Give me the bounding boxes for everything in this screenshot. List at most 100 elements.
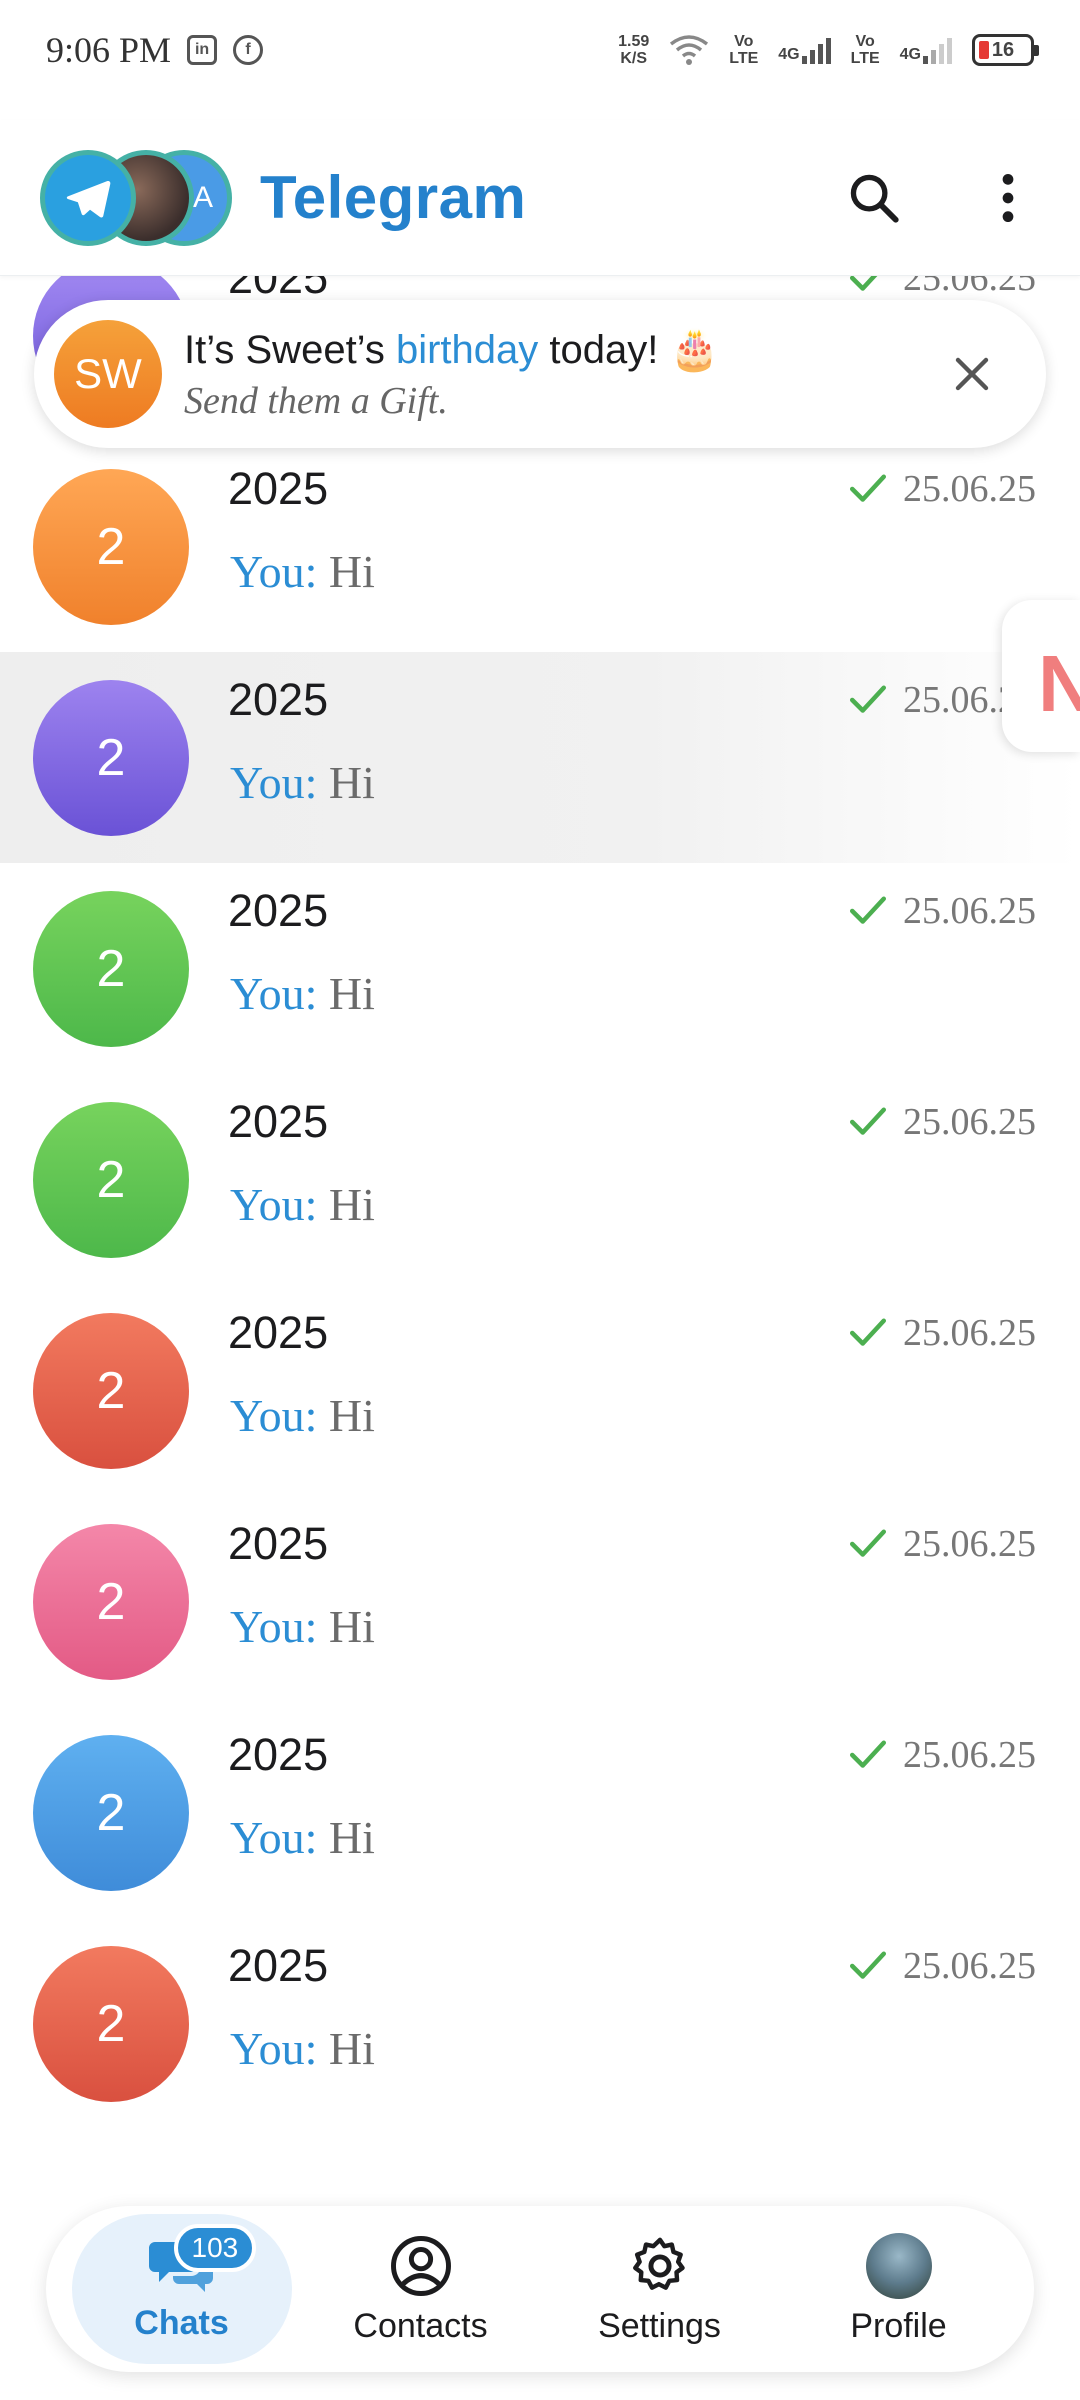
chat-preview: You: Hi <box>230 545 375 598</box>
chat-date: 25.06.25 <box>847 467 1036 511</box>
chat-message: Hi <box>328 1390 375 1441</box>
sim1-signal: 4G <box>778 36 831 64</box>
chat-date-text: 25.06.25 <box>903 1734 1036 1776</box>
sim2-signal: 4G <box>900 36 952 64</box>
chat-row[interactable]: 2 2025 You: Hi 25.06.25 <box>0 863 1080 1074</box>
chat-avatar: 2 <box>33 1734 189 1891</box>
floating-edge-tab[interactable]: N <box>1002 600 1080 752</box>
chat-row[interactable]: 22025You: Hi25.06.25 <box>0 1074 1080 1285</box>
chat-preview: You: Hi <box>230 967 375 1020</box>
read-check-icon <box>849 1529 887 1557</box>
nav-profile-label: Profile <box>850 2306 947 2345</box>
chat-date: 25.06.25 <box>847 1311 1036 1355</box>
birthday-avatar: SW <box>54 320 162 428</box>
read-check-icon <box>849 685 887 713</box>
nav-settings[interactable]: Settings <box>550 2214 770 2364</box>
unread-badge: 103 <box>173 2224 257 2272</box>
chat-date: 25.06.25 <box>847 1522 1036 1566</box>
chat-date-text: 25.06.25 <box>903 468 1036 510</box>
chat-avatar: 2 <box>33 890 189 1047</box>
chat-message: Hi <box>328 546 375 597</box>
chat-message: Hi <box>328 757 375 808</box>
read-check-icon <box>849 1740 887 1768</box>
profile-avatar <box>865 2232 932 2299</box>
chat-row[interactable]: 2 2025 You: Hi 25.06.25 <box>0 441 1080 652</box>
chat-message: Hi <box>328 2023 375 2074</box>
wifi-icon <box>670 35 709 65</box>
chat-sender: You: <box>230 1812 318 1863</box>
chat-date: 25.06.25 <box>847 1733 1036 1777</box>
contacts-icon <box>390 2235 451 2296</box>
chat-sender: You: <box>230 2023 318 2074</box>
chat-row[interactable]: 2 2025 You: Hi 25.06.25 <box>0 1707 1080 1918</box>
read-check-icon <box>849 896 887 924</box>
chat-title: 2025 <box>228 674 329 725</box>
network-speed: 1.59 K/S <box>618 33 650 67</box>
chat-avatar: 2 <box>33 468 189 625</box>
birthday-banner[interactable]: SW It’s Sweet’s birthday today! 🎂 Send t… <box>34 300 1046 448</box>
chat-title: 2025 <box>228 885 329 936</box>
signal-bars-icon <box>801 36 831 64</box>
chat-title: 2025 <box>228 1940 329 1991</box>
chat-title: 2025 <box>228 1729 329 1780</box>
chat-preview: You: Hi <box>230 1600 375 1653</box>
nav-contacts-label: Contacts <box>353 2306 488 2345</box>
read-check-icon <box>849 1107 887 1135</box>
chat-date-text: 25.06.25 <box>903 1523 1036 1565</box>
read-check-icon <box>849 1951 887 1979</box>
linkedin-icon: in <box>187 35 218 65</box>
read-check-icon <box>849 1318 887 1346</box>
floating-app-logo-icon: N <box>1038 639 1080 728</box>
chat-sender: You: <box>230 757 318 808</box>
chat-preview: You: Hi <box>230 756 375 809</box>
chat-title: 2025 <box>228 1096 329 1147</box>
chat-avatar: 2 <box>33 679 189 836</box>
chat-title: 2025 <box>228 463 329 514</box>
birthday-subtitle: Send them a Gift. <box>184 379 448 422</box>
facebook-icon: f <box>233 35 264 65</box>
chat-date-text: 25.06.25 <box>903 1945 1036 1987</box>
app-header: A Telegram <box>0 120 1080 276</box>
nav-chats-label: Chats <box>134 2303 229 2342</box>
chat-date: 25.06.25 <box>847 1944 1036 1988</box>
more-options-button[interactable] <box>976 166 1040 230</box>
chat-avatar: 2 <box>33 1523 189 1680</box>
chat-row[interactable]: 22025You: Hi25.06.25 <box>0 1285 1080 1496</box>
signal-bars-icon <box>923 36 952 64</box>
chat-sender: You: <box>230 968 318 1019</box>
chat-row[interactable]: 2 2025 You: Hi 25.06.25 <box>0 1496 1080 1707</box>
banner-close-button[interactable] <box>942 344 1002 404</box>
chat-date: 25.06.25 <box>847 1100 1036 1144</box>
chat-date: 25.06.25 <box>847 889 1036 933</box>
chat-message: Hi <box>328 1601 375 1652</box>
chat-message: Hi <box>328 968 375 1019</box>
chat-sender: You: <box>230 1179 318 1230</box>
search-icon <box>850 174 899 223</box>
gear-icon <box>632 2237 685 2290</box>
chat-sender: You: <box>230 1601 318 1652</box>
search-button[interactable] <box>842 166 906 230</box>
chat-row[interactable]: 2 2025 You: Hi 25.06.25 <box>0 1918 1080 2129</box>
chat-preview: You: Hi <box>230 1389 375 1442</box>
nav-profile[interactable]: Profile <box>789 2214 1009 2364</box>
birthday-title: It’s Sweet’s birthday today! 🎂 <box>184 327 720 372</box>
bottom-navigation: 103 Chats Contacts Settings Profile <box>46 2206 1034 2372</box>
sim2-volte: Vo LTE <box>850 33 880 67</box>
app-title: Telegram <box>260 164 527 231</box>
chat-date-text: 25.06.25 <box>903 1101 1036 1143</box>
nav-chats[interactable]: 103 Chats <box>71 2214 292 2364</box>
close-icon <box>955 357 989 391</box>
chat-avatar: 2 <box>33 1945 189 2102</box>
sim1-volte: Vo LTE <box>729 33 759 67</box>
account-switcher[interactable]: A <box>40 148 236 248</box>
chat-preview: You: Hi <box>230 1811 375 1864</box>
more-vertical-icon <box>1002 173 1014 222</box>
chat-title: 2025 <box>228 1518 329 1569</box>
chat-avatar: 2 <box>33 1312 189 1469</box>
telegram-logo-icon <box>40 149 136 246</box>
battery-icon: 16 <box>972 34 1039 66</box>
status-time: 9:06 PM <box>46 30 172 70</box>
chat-message: Hi <box>328 1179 375 1230</box>
nav-contacts[interactable]: Contacts <box>311 2214 531 2364</box>
chat-row[interactable]: 22025You: Hi25.06.25 <box>0 652 1080 863</box>
